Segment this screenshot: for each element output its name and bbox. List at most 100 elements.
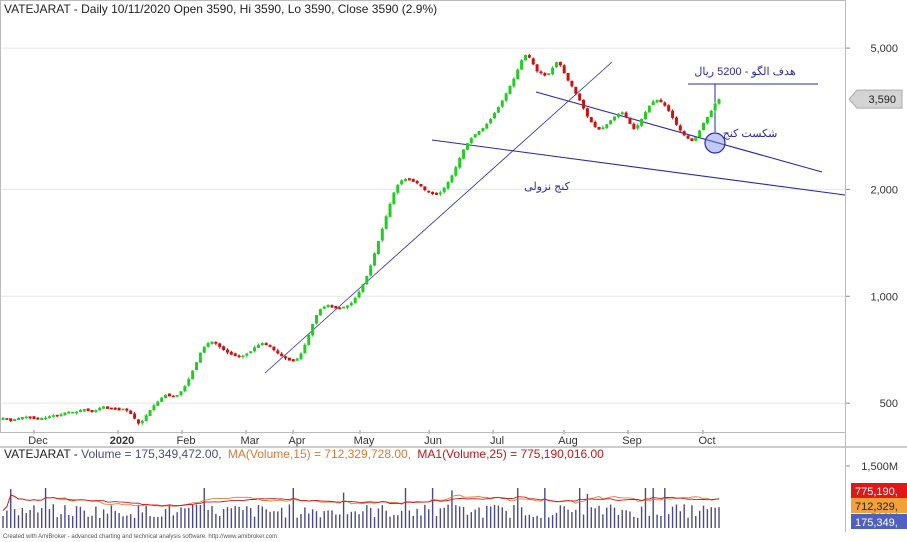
volume-bar [671, 506, 674, 528]
candle-body [28, 416, 32, 419]
candle-body [342, 306, 346, 309]
candle-body [202, 346, 206, 353]
candle-body [206, 343, 210, 347]
volume-bar [21, 508, 24, 528]
chart-header: VATEJARAT - Daily 10/11/2020 Open 3590, … [4, 2, 437, 16]
volume-bar [284, 517, 287, 528]
volume-header-volume: Volume = 175,349,472.00, [81, 447, 221, 461]
volume-bar [195, 504, 198, 528]
candle-body [388, 203, 392, 217]
volume-bar [6, 510, 8, 528]
candle-body [218, 343, 222, 347]
candle-body [434, 192, 438, 195]
candle-body [71, 411, 75, 414]
month-label: Mar [241, 435, 260, 447]
candle-body [198, 352, 202, 363]
candle-body [551, 67, 555, 75]
volume-bar [199, 504, 202, 528]
volume-bar [44, 488, 47, 528]
candle-body [78, 409, 82, 413]
volume-bar [458, 506, 461, 528]
volume-bar [122, 516, 124, 528]
candle-body [601, 127, 605, 130]
volume-tick-label: 1,500M [861, 461, 898, 473]
volume-bar [706, 509, 709, 528]
volume-panel: 1,500M500M775,190,712,329,175,349, [2, 461, 907, 529]
volume-bar [695, 515, 697, 528]
candle-body [44, 417, 48, 420]
month-label: Oct [698, 435, 715, 447]
volume-bar [87, 516, 89, 528]
volume-bar [501, 507, 503, 528]
candle-body [338, 307, 342, 310]
volume-bar [606, 507, 608, 528]
volume-bar [246, 506, 248, 528]
candle-body [574, 86, 578, 94]
candle-body [562, 65, 566, 74]
volume-bar [249, 508, 252, 528]
volume-bar [578, 488, 581, 528]
candle-body [183, 386, 187, 392]
candle-body [419, 183, 423, 187]
volume-bar [381, 505, 383, 528]
candle-body [167, 393, 171, 397]
volume-bar [242, 510, 244, 528]
volume-bar [203, 488, 205, 528]
candle-body [442, 187, 446, 193]
month-label: Feb [177, 435, 196, 447]
candle-body [446, 181, 450, 189]
candle-body [133, 413, 137, 419]
candle-body [458, 158, 462, 168]
candle-body [392, 192, 396, 205]
volume-bar [118, 513, 120, 528]
volume-bar [25, 513, 27, 528]
candle-body [229, 351, 233, 355]
volume-bar [300, 513, 302, 528]
candle-body [616, 114, 620, 118]
volume-bar [582, 514, 585, 528]
volume-bar [339, 514, 341, 528]
candle-body [655, 99, 659, 103]
candle-body [493, 113, 497, 119]
candle-body [276, 350, 280, 354]
volume-bar [137, 504, 140, 528]
volume-bar [640, 506, 643, 528]
volume-bar [164, 509, 167, 528]
volume-bar [443, 507, 445, 528]
volume-bar [408, 510, 411, 528]
candle-body [210, 341, 214, 344]
volume-bar [71, 516, 74, 528]
volume-bar [188, 507, 190, 528]
volume-bar [667, 514, 670, 528]
volume-bar [172, 515, 174, 528]
candle-body [400, 180, 404, 185]
volume-header-ma25: MA1(Volume,25) = 775,190,016.00 [417, 447, 604, 461]
volume-bar [548, 517, 550, 528]
volume-bar [323, 511, 325, 528]
volume-bar [656, 514, 658, 528]
candle-body [253, 347, 257, 352]
candle-body [554, 62, 558, 68]
candles [1, 53, 721, 425]
month-label: Dec [28, 435, 48, 447]
volume-bar [102, 509, 105, 528]
candle-body [245, 353, 249, 356]
candle-body [593, 121, 597, 127]
volume-bar [308, 513, 310, 528]
candle-body [411, 178, 415, 182]
candle-body [105, 406, 109, 409]
volume-bar [439, 508, 442, 528]
candle-body [13, 418, 17, 422]
volume-bar [234, 506, 236, 528]
price-tick-label: 1,000 [870, 291, 898, 303]
volume-bar [335, 514, 337, 528]
volume-bar [37, 512, 39, 528]
volume-bar [625, 510, 627, 528]
candle-body [558, 61, 562, 66]
volume-bar [609, 504, 612, 528]
candle-body [249, 351, 253, 354]
candle-body [504, 93, 508, 101]
volume-bar [327, 510, 329, 528]
volume-bar [219, 516, 221, 528]
candle-body [82, 408, 86, 412]
